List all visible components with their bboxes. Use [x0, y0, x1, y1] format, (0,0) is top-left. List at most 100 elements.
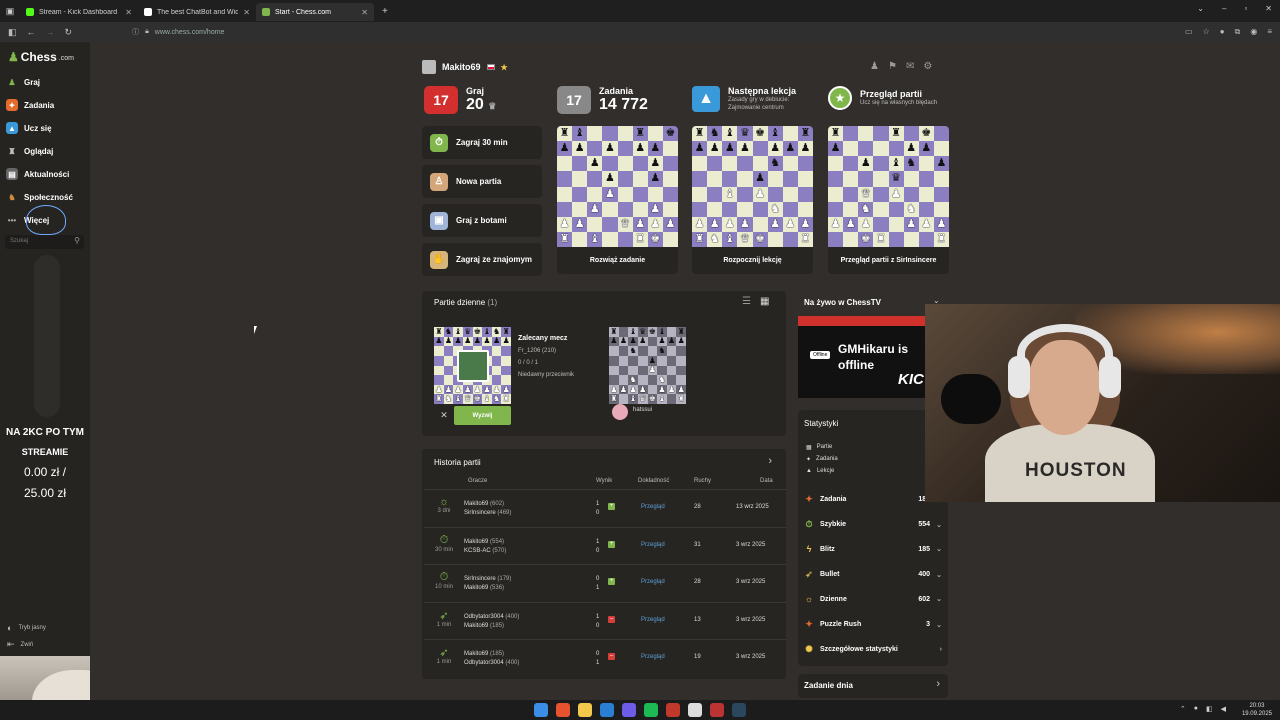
stat-row[interactable]: ☼ Dzienne 602 ⌄: [804, 594, 942, 604]
play-30-min-button[interactable]: ⏱ Zagraj 30 min: [422, 126, 542, 159]
username[interactable]: Makito69: [442, 62, 481, 72]
workspaces-icon[interactable]: ▣: [0, 6, 20, 17]
file-explorer-icon[interactable]: [578, 703, 592, 717]
review-link[interactable]: Przegląd: [641, 542, 665, 548]
table-row[interactable]: ☼ 3 dni Makito69 (602) SirInsincere (469) 1 0…: [424, 491, 782, 528]
taskbar-clock[interactable]: 20:03 19.09.2025: [1242, 702, 1272, 718]
app-icon[interactable]: [666, 703, 680, 717]
reload-icon[interactable]: ↻: [65, 27, 73, 38]
collapse-button[interactable]: ⇤ Zwiń: [7, 639, 33, 650]
review-card[interactable]: ♜ ♜ ♚ ♟ ♟ ♟ ♟ ♝ ♞ ♟ ♛ ♛ ♟ ♞ ♞ ♟ ♟ ♟ ♟ ♟ ♟ ♚ ♜ ♜ Przegląd partii…: [828, 126, 949, 274]
table-row[interactable]: ➶ 1 min Makito69 (185) Odbytator3004 (400) 0…: [424, 641, 782, 678]
grid-view-icon[interactable]: ▦: [760, 296, 769, 307]
avatar[interactable]: [422, 60, 436, 74]
sidebar-item-watch[interactable]: ♜ Oglądaj: [6, 145, 53, 157]
volume-icon[interactable]: ◀: [1221, 705, 1226, 713]
opponent-name[interactable]: hatssui: [633, 407, 652, 413]
tray-up-icon[interactable]: ⌃: [1180, 705, 1186, 713]
sidebar-item-play[interactable]: ♟ Graj: [6, 76, 40, 88]
sidebar-toggle-icon[interactable]: ◧: [8, 27, 17, 38]
player-black[interactable]: Makito69 (185): [464, 622, 519, 631]
reader-icon[interactable]: ▭: [1185, 27, 1193, 37]
close-icon[interactable]: ✕: [361, 8, 368, 17]
browser-tab-kick[interactable]: Stream - Kick Dashboard ✕: [20, 3, 138, 21]
search-icon[interactable]: ⚲: [74, 236, 80, 245]
obs-icon[interactable]: [710, 703, 724, 717]
mail-icon[interactable]: ✉: [906, 61, 914, 72]
browser-app-icon[interactable]: [556, 703, 570, 717]
user-header[interactable]: Makito69 ★: [422, 60, 508, 74]
steam-icon[interactable]: [732, 703, 746, 717]
friends-icon[interactable]: ♟: [870, 61, 879, 72]
close-icon[interactable]: ✕: [243, 8, 250, 17]
new-game-button[interactable]: ♙ Nowa partia: [422, 165, 542, 198]
minimize-icon[interactable]: –: [1222, 4, 1226, 13]
info-icon[interactable]: ⓘ: [132, 27, 139, 37]
table-row[interactable]: ⏱ 30 min Makito69 (554) KCSB-AC (570) 1 0 + Prz…: [424, 529, 782, 566]
menu-icon[interactable]: ≡: [1267, 27, 1272, 37]
lesson-summary[interactable]: ▲ Następna lekcja Zasady gry w debiucie:…: [692, 86, 820, 112]
dismiss-close-icon[interactable]: ✕: [434, 406, 454, 425]
history-title[interactable]: Historia partii: [434, 458, 481, 467]
stats-lessons[interactable]: ▲ Lekcje: [806, 468, 834, 474]
forward-icon[interactable]: →: [46, 27, 55, 38]
chevron-down-icon[interactable]: ⌄: [936, 595, 942, 603]
sidebar-item-community[interactable]: ♞ Społeczność: [6, 191, 73, 203]
extension-icon[interactable]: ●: [1220, 27, 1225, 37]
stats-games[interactable]: ▦ Partie: [806, 444, 832, 451]
browser-tab-chess[interactable]: Start - Chess.com ✕: [256, 3, 374, 21]
chesstv-preview[interactable]: Offline GMHikaru is offline KIC: [798, 316, 928, 398]
daily-puzzle-panel[interactable]: Zadanie dnia ›: [798, 674, 948, 698]
player-black[interactable]: Odbytator3004 (400): [464, 659, 519, 668]
maximize-icon[interactable]: ▫: [1244, 4, 1247, 13]
tab-list-icon[interactable]: ⌄: [1197, 4, 1204, 13]
review-link[interactable]: Przegląd: [641, 617, 665, 623]
chess-logo[interactable]: ♟ Chess .com: [8, 50, 74, 64]
stat-row[interactable]: ✦Zadania180⌄: [804, 494, 942, 505]
table-row[interactable]: ⏱ 10 min SirInsincere (179) Makito69 (536) 0…: [424, 566, 782, 603]
stat-row[interactable]: ✦ Puzzle Rush 3 ⌄: [804, 619, 942, 630]
chevron-down-icon[interactable]: ⌄: [936, 521, 942, 529]
play-summary[interactable]: 17 Graj 20 ♛: [424, 86, 496, 114]
player-black[interactable]: Makito69 (536): [464, 584, 511, 593]
chevron-down-icon[interactable]: ⌄: [936, 571, 942, 579]
detailed-stats-link[interactable]: ✺ Szczegółowe statystyki ›: [804, 644, 942, 655]
review-summary[interactable]: ★ Przegląd partii Ucz się na własnych bł…: [828, 86, 950, 110]
lesson-card[interactable]: ♜ ♞ ♝ ♛ ♚ ♝ ♜ ♟ ♟ ♟ ♟ ♟ ♟ ♟ ♞ ♟ ♝ ♟ ♞ ♟ ♟ ♟ ♟ ♟ ♟ ♟ ♜ ♞ ♝ ♛ ♚ ♜ Rozpocz…: [692, 126, 813, 274]
review-game-link[interactable]: Przegląd partii z SirInsincere: [828, 247, 949, 274]
play-bots-button[interactable]: ▣ Graj z botami: [422, 204, 542, 237]
back-icon[interactable]: ←: [27, 27, 36, 38]
solve-puzzle-link[interactable]: Rozwiąż zadanie: [557, 247, 678, 274]
review-link[interactable]: Przegląd: [641, 579, 665, 585]
player-white[interactable]: Makito69 (602): [464, 500, 511, 509]
chesstv-title[interactable]: Na żywo w ChessTV: [804, 298, 881, 307]
url-field[interactable]: www.chess.com/home: [155, 29, 225, 36]
table-row[interactable]: ➶ 1 min Odbytator3004 (400) Makito69 (185) 1…: [424, 604, 782, 641]
stat-row[interactable]: ⏱ Szybkie 554 ⌄: [804, 519, 942, 530]
challenge-button[interactable]: Wyzwij: [454, 406, 511, 425]
stat-row[interactable]: ϟ Blitz 185 ⌄: [804, 544, 942, 554]
chevron-down-icon[interactable]: ⌄: [936, 545, 942, 553]
chevron-right-icon[interactable]: ›: [768, 455, 772, 467]
network-icon[interactable]: ◧: [1206, 705, 1213, 713]
new-tab-button[interactable]: +: [382, 6, 388, 17]
sidebar-search-input[interactable]: Szukaj ⚲: [5, 235, 84, 249]
player-black[interactable]: SirInsincere (469): [464, 509, 511, 518]
settings-gear-icon[interactable]: ⚙: [923, 61, 932, 72]
player-white[interactable]: SirInsincere (179): [464, 575, 511, 584]
player-white[interactable]: Makito69 (185): [464, 650, 519, 659]
browser-tab-chatbot[interactable]: The best ChatBot and Widg ✕: [138, 3, 256, 21]
profile-icon[interactable]: ◉: [1250, 27, 1257, 37]
list-view-icon[interactable]: ☰: [742, 296, 751, 307]
flag-icon[interactable]: ⚑: [888, 61, 897, 72]
light-mode-toggle[interactable]: ◐ Tryb jasny: [7, 623, 46, 633]
puzzle-card[interactable]: ♜ ♝ ♜ ♚ ♟ ♟ ♟ ♟ ♟ ♟ ♟ ♟ ♟ ♟ ♟ ♟ ♟ ♟ ♛ ♟ ♟ ♟ ♜ ♝ ♜ ♚ Rozwiąż zadan…: [557, 126, 678, 274]
player-black[interactable]: KCSB-AC (570): [464, 547, 506, 556]
ongoing-game-board[interactable]: ♜ ♝ ♛ ♚ ♝ ♜ ♟ ♟ ♟ ♟ ♟ ♟ ♟ ♞ ♞ ♟ ♟ ♞ ♞ ♟ ♟ ♟ ♟ ♟ ♟ ♟ ♜ ♝ ♛ ♚ ♝ ♜: [609, 327, 686, 404]
mic-icon[interactable]: ●: [1194, 705, 1198, 713]
recommended-player[interactable]: Fr_1206: [518, 348, 540, 354]
close-icon[interactable]: ✕: [125, 8, 132, 17]
windows-start-icon[interactable]: [534, 703, 548, 717]
spotify-icon[interactable]: [644, 703, 658, 717]
review-link[interactable]: Przegląd: [641, 654, 665, 660]
